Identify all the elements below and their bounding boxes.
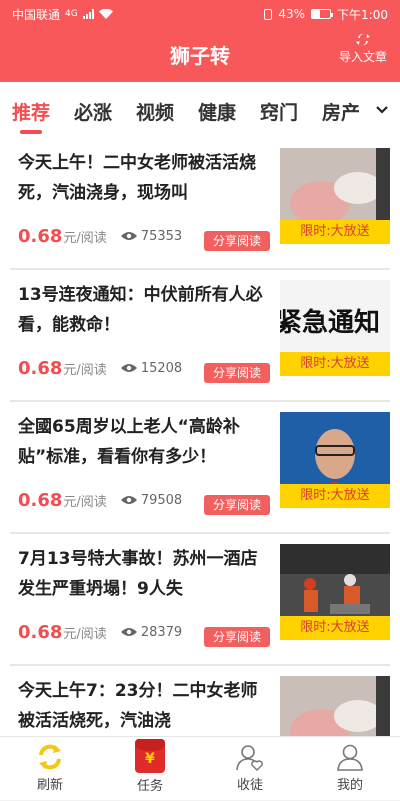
price-per-read: 0.68 [18, 489, 63, 511]
nav-task-label: 任务 [136, 779, 163, 794]
eye-icon [120, 364, 137, 372]
nav-profile-label: 我的 [336, 778, 363, 793]
share-read-button[interactable]: 分享阅读 [204, 363, 270, 383]
share-read-button[interactable]: 分享阅读 [204, 231, 270, 251]
eye-icon [120, 496, 137, 504]
carrier-name: 中国联通 [12, 7, 61, 22]
view-count: 79508 [140, 492, 183, 508]
view-count: 15208 [140, 360, 183, 376]
user-icon [337, 744, 363, 771]
add-friend-icon [236, 745, 263, 771]
price-per-read: 0.68 [18, 621, 63, 643]
price-unit: 元/阅读 [63, 626, 107, 642]
blurred-scene-image [280, 676, 390, 736]
view-count: 28379 [140, 624, 183, 640]
article-title[interactable]: 13号连夜通知：中伏前所有人必看，能救命！ [18, 280, 270, 340]
price-unit: 元/阅读 [63, 362, 107, 378]
nav-refresh[interactable]: 刷新 [0, 737, 100, 801]
price-per-read: 0.68 [18, 225, 63, 247]
article-card[interactable]: 今天上午7：23分！二中女老师被活活烧死，汽油浇 [0, 666, 400, 736]
refresh-icon [39, 744, 61, 770]
article-title[interactable]: 今天上午！二中女老师被活活烧死，汽油浇身，现场叫 [18, 148, 270, 208]
import-icon [356, 33, 370, 46]
bottom-nav: 刷新 ¥ 任务 收徒 我的 [0, 736, 400, 800]
import-article-button[interactable]: 导入文章 [332, 32, 394, 65]
tab-health[interactable]: 健康 [198, 98, 236, 125]
article-card[interactable]: 7月13号特大事故！苏州一酒店发生严重坍塌！9人失 0.68 元/阅读 2837… [0, 534, 400, 666]
tab-realestate[interactable]: 房产 [322, 98, 360, 125]
status-bar: 中国联通 4G 43% 下午1:00 [0, 0, 400, 28]
vibrate-icon [264, 8, 273, 20]
wifi-icon [98, 9, 113, 19]
article-feed[interactable]: 今天上午！二中女老师被活活烧死，汽油浇身，现场叫 0.68 元/阅读 75353… [0, 138, 400, 736]
promo-banner: 限时:大放送 [280, 352, 390, 376]
active-tab-indicator [20, 130, 42, 134]
promo-banner: 限时:大放送 [280, 616, 390, 640]
nav-recruit-label: 收徒 [236, 778, 263, 793]
article-meta: 0.68 元/阅读 15208 [18, 356, 182, 380]
price-unit: 元/阅读 [63, 494, 107, 510]
category-tabs: 推荐 必涨 视频 健康 窍门 房产 [0, 82, 400, 138]
nav-recruit[interactable]: 收徒 [200, 737, 300, 801]
tab-bizhang[interactable]: 必涨 [74, 98, 112, 125]
price-unit: 元/阅读 [63, 230, 107, 246]
battery-icon [311, 9, 334, 19]
article-title[interactable]: 今天上午7：23分！二中女老师被活活烧死，汽油浇 [18, 676, 270, 736]
share-read-button[interactable]: 分享阅读 [204, 495, 270, 515]
nav-refresh-label: 刷新 [36, 778, 63, 793]
article-thumbnail[interactable]: 紧急通知 限时:大放送 [280, 280, 390, 376]
eye-icon [120, 628, 137, 636]
article-card[interactable]: 全國65周岁以上老人“高龄补贴”标准，看看你有多少！ 0.68 元/阅读 795… [0, 402, 400, 534]
tab-tips[interactable]: 窍门 [260, 98, 298, 125]
article-meta: 0.68 元/阅读 28379 [18, 620, 182, 644]
signal-icon [82, 9, 94, 19]
article-thumbnail[interactable] [280, 676, 390, 736]
article-meta: 0.68 元/阅读 79508 [18, 488, 182, 512]
article-thumbnail[interactable]: 限时:大放送 [280, 148, 390, 244]
promo-banner: 限时:大放送 [280, 484, 390, 508]
tab-video[interactable]: 视频 [136, 98, 174, 125]
tab-recommend[interactable]: 推荐 [12, 98, 50, 125]
import-article-label: 导入文章 [338, 50, 387, 64]
price-per-read: 0.68 [18, 357, 63, 379]
article-thumbnail[interactable]: 限时:大放送 [280, 544, 390, 640]
view-count: 75353 [140, 228, 183, 244]
article-card[interactable]: 13号连夜通知：中伏前所有人必看，能救命！ 0.68 元/阅读 15208 分享… [0, 270, 400, 402]
promo-banner: 限时:大放送 [280, 220, 390, 244]
eye-icon [120, 232, 137, 240]
article-meta: 0.68 元/阅读 75353 [18, 224, 182, 248]
chevron-down-icon[interactable] [374, 102, 390, 118]
battery-percent: 43% [278, 7, 306, 21]
article-thumbnail[interactable]: 限时:大放送 [280, 412, 390, 508]
nav-task[interactable]: ¥ 任务 [100, 737, 200, 801]
clock: 下午1:00 [337, 7, 388, 22]
thumbnail-headline: 紧急通知 [280, 308, 381, 338]
article-title[interactable]: 7月13号特大事故！苏州一酒店发生严重坍塌！9人失 [18, 544, 270, 604]
nav-profile[interactable]: 我的 [300, 737, 400, 801]
red-envelope-icon: ¥ [135, 739, 165, 773]
article-title[interactable]: 全國65周岁以上老人“高龄补贴”标准，看看你有多少！ [18, 412, 270, 472]
app-header: 狮子转 导入文章 [0, 28, 400, 82]
network-type: 4G [65, 9, 78, 19]
share-read-button[interactable]: 分享阅读 [204, 627, 270, 647]
article-card[interactable]: 今天上午！二中女老师被活活烧死，汽油浇身，现场叫 0.68 元/阅读 75353… [0, 138, 400, 270]
